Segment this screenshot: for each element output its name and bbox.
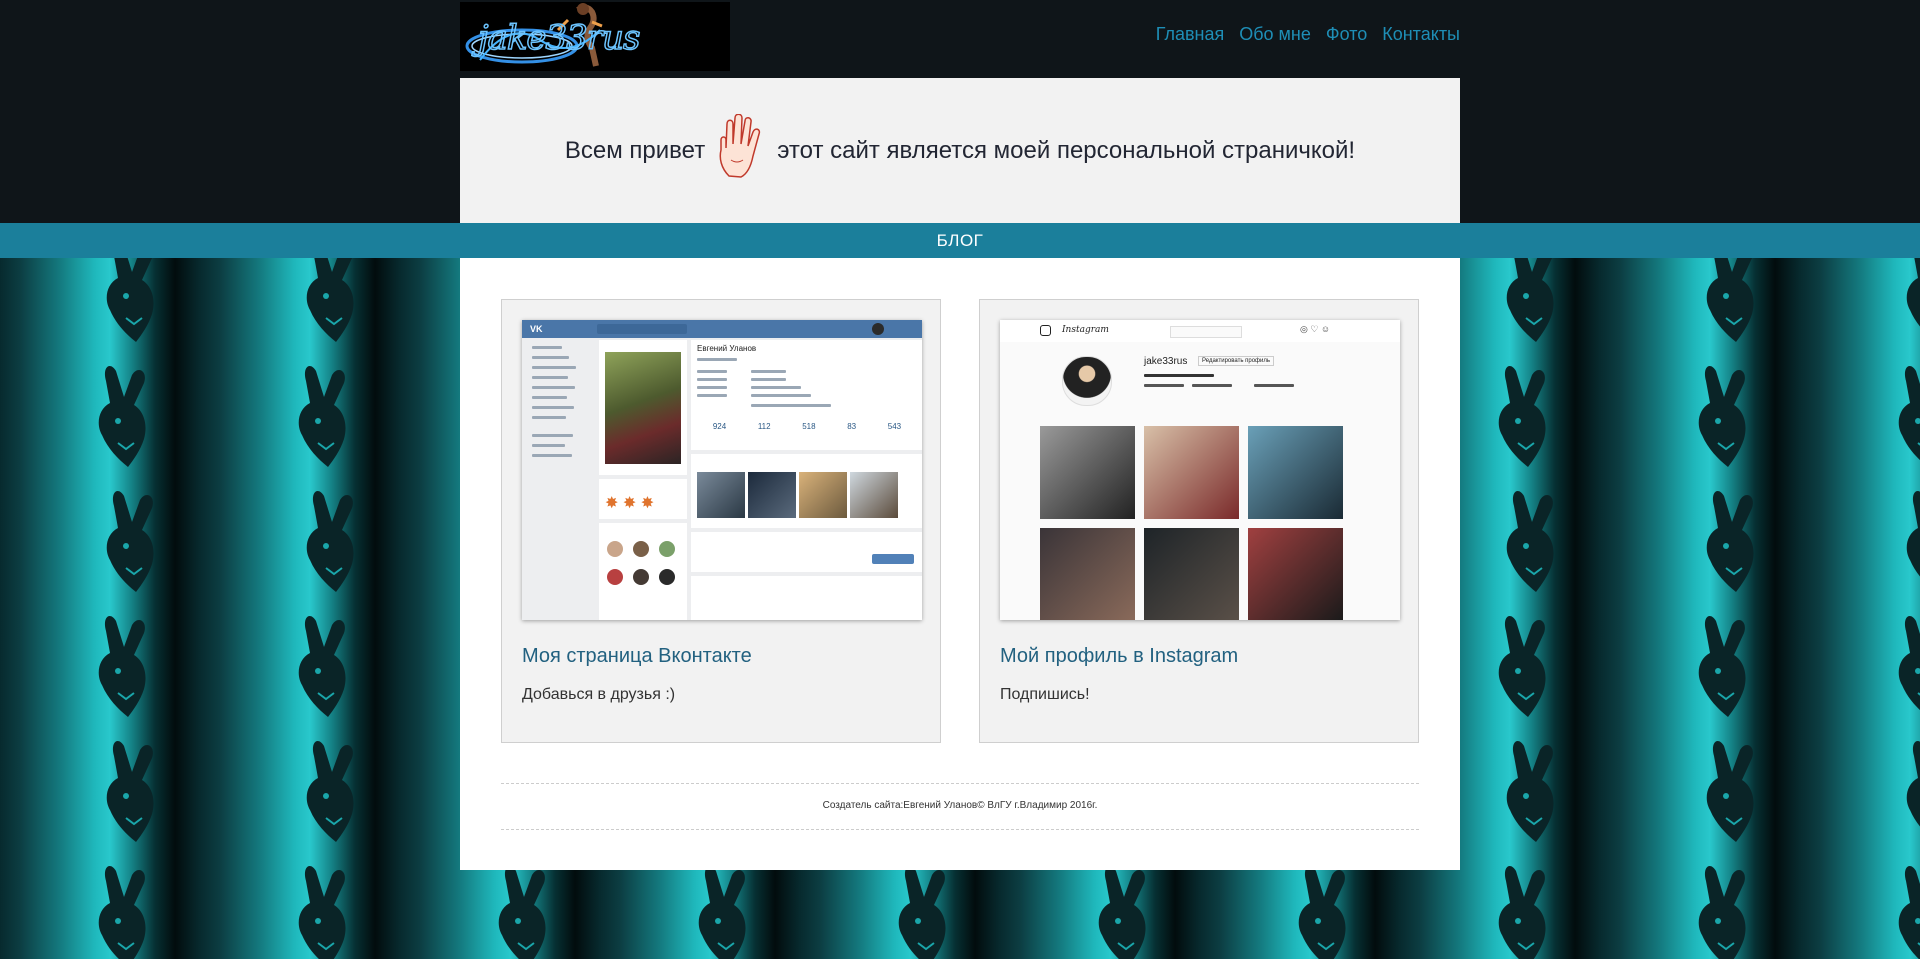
instagram-screenshot[interactable]: Instagram ◎ ♡ ☺ jake33rus Редактировать …	[1000, 320, 1400, 620]
card-instagram: Instagram ◎ ♡ ☺ jake33rus Редактировать …	[979, 299, 1419, 743]
ribbon-icon: ✸ ✸ ✸	[605, 495, 655, 512]
bunny-pattern-icon	[1498, 366, 1546, 467]
vk-screenshot[interactable]: VK Евгений Уланов 924 112 518 83 543 ✸ ✸…	[522, 320, 922, 620]
bunny-pattern-icon	[1298, 866, 1346, 959]
ig-profile: jake33rus Редактировать профиль	[1000, 342, 1400, 620]
blog-section-bar: БЛОГ	[0, 223, 1920, 258]
bunny-pattern-icon	[298, 616, 346, 717]
bunny-pattern-icon	[1906, 258, 1920, 327]
hero-greeting: Всем привет	[564, 136, 706, 164]
blog-label: БЛОГ	[936, 230, 984, 250]
vk-sidebar-item	[532, 444, 565, 447]
ig-photo-tile	[1040, 426, 1135, 519]
bunny-pattern-icon	[306, 258, 354, 342]
vk-stat: 83	[847, 422, 857, 431]
ig-username: jake33rus	[1144, 356, 1188, 367]
card-text-instagram: Подпишись!	[1000, 686, 1090, 703]
bunny-pattern-icon	[1898, 366, 1920, 461]
bunny-pattern-icon	[1706, 741, 1754, 842]
footer-divider-top	[501, 783, 1419, 784]
nav-link-contacts[interactable]: Контакты	[1382, 24, 1460, 45]
site-logo[interactable]: jake33rus	[460, 2, 730, 71]
bunny-pattern-icon	[98, 616, 146, 717]
hero-banner: Всем привет этот сайт является моей перс…	[460, 78, 1460, 223]
bunny-pattern-icon	[298, 866, 346, 959]
waving-hand-icon	[715, 113, 767, 187]
bunny-pattern-icon	[1698, 366, 1746, 467]
bunny-pattern-icon	[106, 741, 154, 842]
bunny-pattern-icon	[1906, 491, 1920, 577]
vk-profile-name: Евгений Уланов	[697, 344, 757, 353]
vk-sidebar-item	[532, 356, 569, 359]
vk-header-bar: VK	[522, 320, 922, 338]
card-title-vk[interactable]: Моя страница Вконтакте	[522, 645, 752, 668]
vk-stat: 543	[887, 422, 902, 431]
ig-photo-tile	[1248, 528, 1343, 620]
vk-sidebar-item	[532, 346, 562, 349]
vk-stat: 924	[712, 422, 727, 431]
vk-logo-icon: VK	[530, 324, 543, 334]
vk-main: Евгений Уланов 924 112 518 83 543 ✸ ✸ ✸	[597, 338, 922, 620]
vk-sidebar-item	[532, 434, 573, 437]
vk-stats: 924 112 518 83 543	[697, 422, 917, 431]
card-vk: VK Евгений Уланов 924 112 518 83 543 ✸ ✸…	[501, 299, 941, 743]
ig-photo-tile	[1248, 426, 1343, 519]
nav-link-photo[interactable]: Фото	[1326, 24, 1367, 45]
bunny-pattern-icon	[1506, 741, 1554, 842]
bunny-pattern-icon	[1706, 491, 1754, 592]
bunny-pattern-icon	[98, 366, 146, 467]
bunny-pattern-icon	[1498, 866, 1546, 959]
ig-photo-tile	[1040, 528, 1135, 620]
vk-stat: 518	[802, 422, 816, 431]
vk-sidebar	[522, 338, 597, 620]
ig-edit-profile-button: Редактировать профиль	[1198, 356, 1274, 366]
bunny-pattern-icon	[698, 866, 746, 959]
footer-divider-bottom	[501, 829, 1419, 830]
vk-sidebar-item	[532, 416, 566, 419]
vk-sidebar-item	[532, 366, 576, 369]
bunny-pattern-icon	[1898, 616, 1920, 711]
vk-sidebar-item	[532, 406, 574, 409]
ig-header-bar: Instagram ◎ ♡ ☺	[1000, 320, 1400, 343]
vk-sidebar-item	[532, 454, 572, 457]
bunny-pattern-icon	[1506, 491, 1554, 592]
main-content: VK Евгений Уланов 924 112 518 83 543 ✸ ✸…	[460, 258, 1460, 870]
logo-text: jake33rus	[477, 17, 641, 59]
bunny-pattern-icon	[1706, 258, 1754, 342]
bunny-pattern-icon	[1698, 616, 1746, 717]
hero-message: Всем привет этот сайт является моей перс…	[564, 113, 1356, 187]
bunny-pattern-icon	[1098, 866, 1146, 959]
vk-stat: 112	[757, 422, 771, 431]
hero-subtext: этот сайт является моей персональной стр…	[777, 136, 1356, 164]
ig-nav-icons: ◎ ♡ ☺	[1300, 324, 1331, 334]
ig-photo-tile	[1144, 528, 1239, 620]
bunny-pattern-icon	[1698, 866, 1746, 959]
vk-sidebar-item	[532, 376, 568, 379]
navbar: jake33rus Главная Обо мне Фото Контакты	[460, 0, 1460, 72]
bunny-pattern-icon	[298, 366, 346, 467]
bunny-pattern-icon	[98, 866, 146, 959]
card-text-vk: Добавься в друзья :)	[522, 686, 676, 703]
bunny-pattern-icon	[1906, 741, 1920, 827]
ig-brand: Instagram	[1062, 325, 1109, 335]
nav-link-home[interactable]: Главная	[1156, 24, 1225, 45]
main-nav: Главная Обо мне Фото Контакты	[1156, 24, 1460, 45]
ig-avatar	[1062, 356, 1112, 406]
bunny-pattern-icon	[1506, 258, 1554, 342]
card-title-instagram[interactable]: Мой профиль в Instagram	[1000, 645, 1238, 668]
bunny-pattern-icon	[1898, 866, 1920, 959]
nav-link-about[interactable]: Обо мне	[1239, 24, 1311, 45]
vk-sidebar-item	[532, 396, 567, 399]
vk-sidebar-item	[532, 386, 575, 389]
bunny-pattern-icon	[106, 258, 154, 342]
bunny-pattern-icon	[306, 741, 354, 842]
ig-photo-tile	[1144, 426, 1239, 519]
bunny-pattern-icon	[1498, 616, 1546, 717]
instagram-camera-icon	[1040, 325, 1051, 336]
footer-credit: Создатель сайта:Евгений Уланов© ВлГУ г.В…	[822, 800, 1098, 811]
bunny-pattern-icon	[106, 491, 154, 592]
bunny-pattern-icon	[498, 866, 546, 959]
bunny-pattern-icon	[306, 491, 354, 592]
bunny-pattern-icon	[898, 866, 946, 959]
